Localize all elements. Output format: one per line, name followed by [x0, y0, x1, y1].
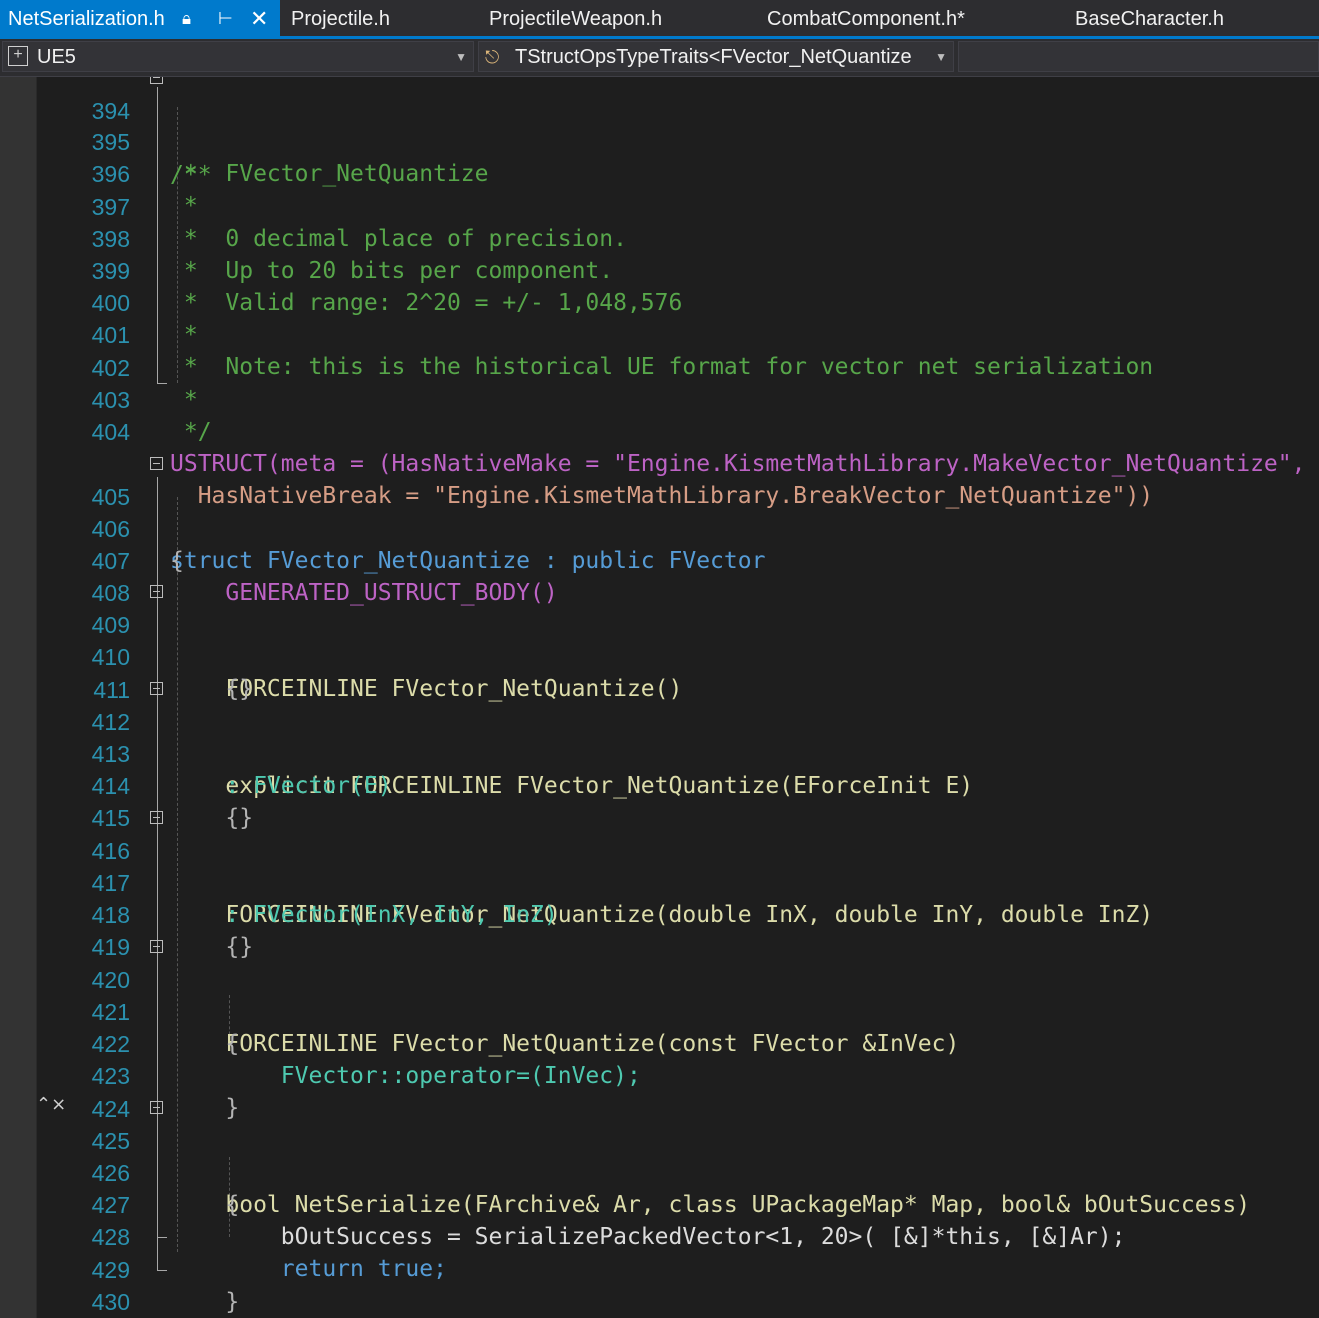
lock-icon: 🔒︎	[182, 9, 192, 28]
code-line: 410 {}	[0, 609, 1319, 702]
code-line: 409 FORCEINLINE FVector_NetQuantize()	[0, 577, 1319, 702]
code-line: 423 }	[0, 1028, 1319, 1121]
tab-netserialization[interactable]: NetSerialization.h 🔒︎ ⊢ ✕	[0, 0, 280, 36]
code-line: HasNativeBreak = "Engine.KismetMathLibra…	[0, 416, 1319, 509]
code-editor[interactable]: ⌃× 394 /** 395 * FVector_NetQuantize 396…	[0, 77, 1319, 1318]
code-line: 405 struct FVector_NetQuantize : public …	[0, 449, 1319, 574]
fold-toggle[interactable]	[150, 811, 163, 824]
code-line: 419	[0, 899, 1319, 960]
code-line: 427 bOutSuccess = SerializePackedVector<…	[0, 1157, 1319, 1250]
scope-name: TStructOpsTypeTraits<FVector_NetQuantize	[515, 46, 912, 68]
scope-dropdown[interactable]: ⎋ TStructOpsTypeTraits<FVector_NetQuanti…	[478, 41, 954, 72]
code-line: 398 * Up to 20 bits per component.	[0, 191, 1319, 284]
close-icon[interactable]: ✕	[250, 0, 268, 38]
navigation-bar: + UE5 ▼ ⎋ TStructOpsTypeTraits<FVector_N…	[0, 39, 1319, 77]
tab-label: BaseCharacter.h	[1075, 8, 1224, 30]
code-line: 413 : FVector(E)	[0, 706, 1319, 799]
pin-icon[interactable]: ⊢	[218, 0, 233, 38]
code-line: 418 {}	[0, 867, 1319, 960]
project-name: UE5	[37, 46, 76, 68]
tab-label: ProjectileWeapon.h	[489, 8, 663, 30]
code-line: 399 * Valid range: 2^20 = +/- 1,048,576	[0, 223, 1319, 316]
code-line: 422 FVector::operator=(InVec);	[0, 996, 1319, 1089]
member-dropdown[interactable]	[958, 41, 1319, 72]
code-line: 401 * Note: this is the historical UE fo…	[0, 287, 1319, 380]
code-line: 414 {}	[0, 738, 1319, 831]
tab-projectile-weapon[interactable]: ProjectileWeapon.h	[489, 0, 662, 36]
code-line: 403 */	[0, 352, 1319, 445]
fold-toggle[interactable]	[150, 585, 163, 598]
tab-label: NetSerialization.h	[8, 8, 165, 30]
code-line: 425 bool NetSerialize(FArchive& Ar, clas…	[0, 1093, 1319, 1218]
code-line: 397 * 0 decimal place of precision.	[0, 159, 1319, 252]
document-tab-strip: NetSerialization.h 🔒︎ ⊢ ✕ Projectile.h P…	[0, 0, 1319, 36]
code-line: 412 explicit FORCEINLINE FVector_NetQuan…	[0, 674, 1319, 799]
fold-toggle[interactable]	[150, 940, 163, 953]
tab-label: Projectile.h	[291, 8, 390, 30]
code-line: 430 };	[0, 1254, 1319, 1315]
code-line: 426 {	[0, 1125, 1319, 1218]
fold-toggle[interactable]	[150, 77, 163, 84]
code-line: 396 *	[0, 126, 1319, 219]
code-line: 408	[0, 545, 1319, 606]
code-line: 417 : FVector(InX, InY, InZ)	[0, 835, 1319, 928]
chevron-down-icon: ▼	[935, 50, 947, 64]
code-line: 411	[0, 642, 1319, 703]
tab-base-character[interactable]: BaseCharacter.h	[1075, 0, 1224, 36]
code-line: 416 FORCEINLINE FVector_NetQuantize(doub…	[0, 803, 1319, 928]
code-line: 431	[0, 1286, 1319, 1318]
code-line: 424	[0, 1061, 1319, 1122]
fold-toggle[interactable]	[150, 1101, 163, 1114]
chevron-down-icon: ▼	[455, 50, 467, 64]
code-line: 428 return true;	[0, 1189, 1319, 1282]
code-line: 400 *	[0, 255, 1319, 348]
project-icon: +	[8, 46, 28, 66]
tab-projectile[interactable]: Projectile.h	[291, 0, 390, 36]
code-line: 429 }	[0, 1222, 1319, 1315]
code-line: 420 FORCEINLINE FVector_NetQuantize(cons…	[0, 932, 1319, 1057]
code-line: 421 {	[0, 964, 1319, 1057]
tab-label: CombatComponent.h*	[767, 8, 965, 30]
code-line: 406 {	[0, 481, 1319, 574]
scope-icon: ⎋	[485, 47, 500, 67]
tab-combat-component[interactable]: CombatComponent.h*	[767, 0, 965, 36]
code-line: 394 /**	[0, 77, 1319, 188]
project-dropdown[interactable]: + UE5 ▼	[2, 41, 474, 72]
code-line: 402 *	[0, 320, 1319, 413]
code-line: 415	[0, 770, 1319, 831]
fold-toggle[interactable]	[150, 682, 163, 695]
code-line: 395 * FVector_NetQuantize	[0, 94, 1319, 187]
code-line: 404 USTRUCT(meta = (HasNativeMake = "Eng…	[0, 384, 1319, 477]
code-line: 407 GENERATED_USTRUCT_BODY()	[0, 513, 1319, 606]
fold-toggle[interactable]	[150, 457, 163, 470]
